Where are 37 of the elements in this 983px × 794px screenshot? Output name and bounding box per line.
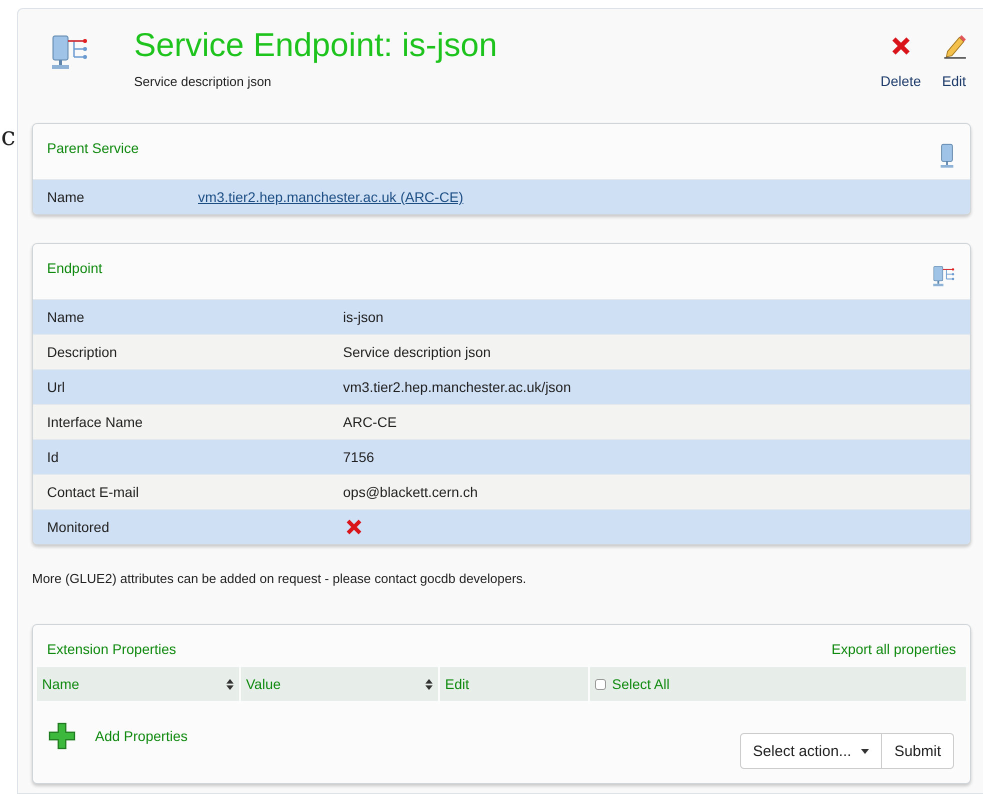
page-subtitle: Service description json <box>134 74 272 89</box>
row-label: Name <box>47 189 86 205</box>
panel-title: Parent Service <box>47 140 139 156</box>
row-value: vm3.tier2.hep.manchester.ac.uk/json <box>343 379 572 395</box>
column-header[interactable]: Name <box>37 667 241 701</box>
row-label: Name <box>47 309 86 325</box>
edge-text: c <box>1 124 16 150</box>
row-label: Url <box>47 379 66 395</box>
caret-icon <box>861 748 870 754</box>
export-link[interactable]: Export all properties <box>831 641 956 657</box>
row-value: 7156 <box>343 449 374 465</box>
row-label: Interface Name <box>47 414 144 430</box>
action-dropdown[interactable]: Select action... <box>740 733 882 769</box>
column-header[interactable]: Value <box>241 667 440 701</box>
row-value: ops@blackett.cern.ch <box>343 484 478 500</box>
delete-link[interactable]: Delete <box>880 33 921 89</box>
server-icon <box>938 142 956 170</box>
page-title: Service Endpoint: is-json <box>134 25 498 65</box>
row-value: ARC-CE <box>343 414 397 430</box>
row-value: Service description json <box>343 344 491 360</box>
row-label: Contact E-mail <box>47 484 140 500</box>
row-value: is-json <box>343 309 384 325</box>
panel-title: Extension Properties <box>47 641 176 657</box>
column-header[interactable]: Edit <box>440 667 590 701</box>
row-label: Monitored <box>47 519 110 535</box>
server-network-icon <box>932 264 956 288</box>
column-header[interactable]: Select All <box>590 667 966 701</box>
row-label: Id <box>47 449 60 465</box>
plus-icon <box>47 721 77 751</box>
edit-link[interactable]: Edit <box>941 33 967 89</box>
info-text: More (GLUE2) attributes can be added on request - please contact gocdb developers. <box>32 571 528 586</box>
add-properties-link[interactable]: Add Properties <box>47 721 188 751</box>
submit-button[interactable]: Submit <box>882 733 954 769</box>
checkbox[interactable] <box>595 678 606 690</box>
panel-title: Endpoint <box>47 260 102 276</box>
row-label: Description <box>47 344 118 360</box>
service-link[interactable]: vm3.tier2.hep.manchester.ac.uk (ARC-CE) <box>198 189 464 205</box>
